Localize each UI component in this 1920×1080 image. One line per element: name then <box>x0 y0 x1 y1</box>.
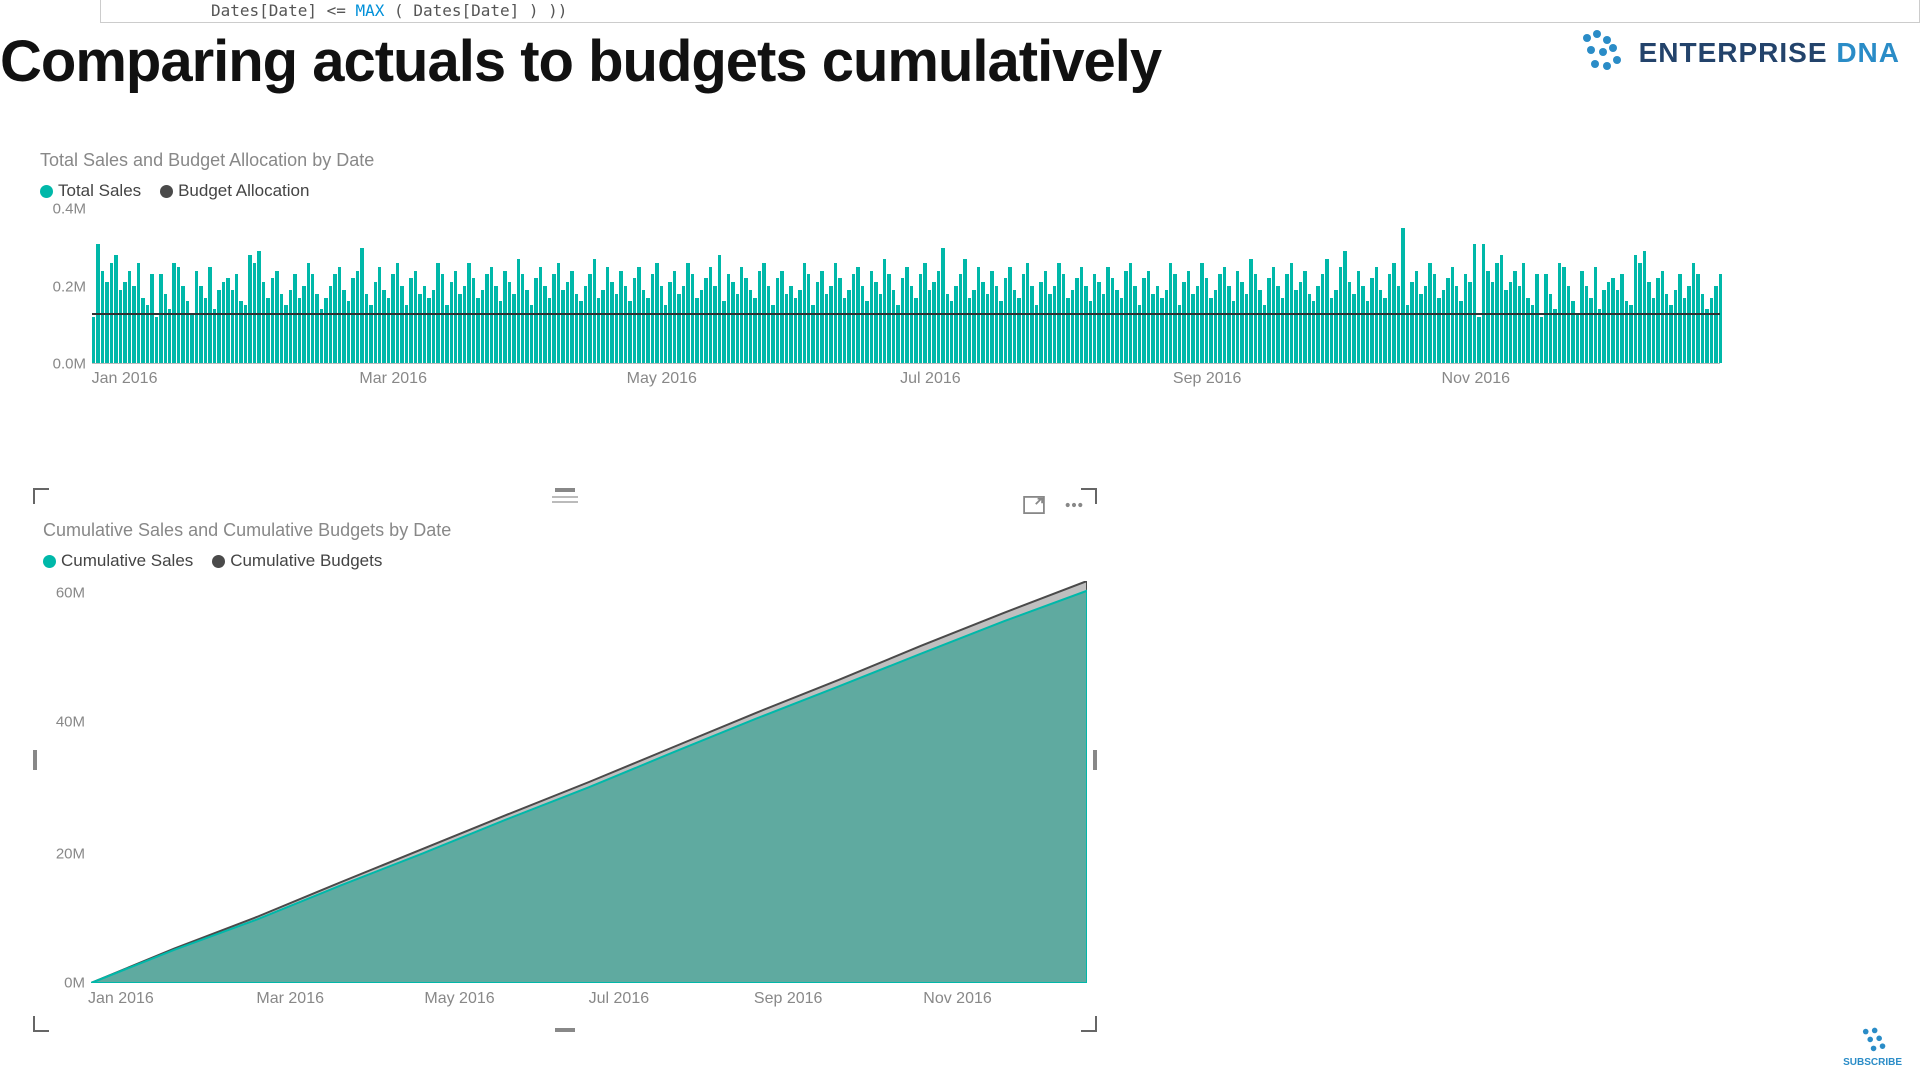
visual-toolbar <box>1023 496 1085 514</box>
subscribe-label: SUBSCRIBE <box>1843 1057 1902 1068</box>
chart1-title: Total Sales and Budget Allocation by Dat… <box>40 150 1720 171</box>
legend-dot-teal <box>40 185 53 198</box>
page-title: Comparing actuals to budgets cumulativel… <box>0 28 1161 95</box>
more-options-icon[interactable] <box>1063 496 1085 514</box>
legend-label-cum-sales: Cumulative Sales <box>61 551 193 570</box>
chart-cumulative-selected[interactable]: Cumulative Sales and Cumulative Budgets … <box>35 490 1095 1030</box>
formula-text-prefix: Dates[Date] <= <box>211 1 356 20</box>
brand-text: ENTERPRISE DNA <box>1639 37 1900 69</box>
brand-word1: ENTERPRISE <box>1639 37 1828 68</box>
chart1-yaxis: 0.4M 0.2M 0.0M <box>40 209 90 364</box>
xtick: Jul 2016 <box>589 990 650 1008</box>
xtick: Mar 2016 <box>359 370 427 388</box>
legend-label-total-sales: Total Sales <box>58 181 141 200</box>
ytick: 20M <box>56 846 85 863</box>
chart1-legend: Total Sales Budget Allocation <box>40 181 1720 201</box>
resize-handle-left[interactable] <box>33 750 37 770</box>
chart1-bars <box>92 209 1720 364</box>
xtick: Mar 2016 <box>256 990 324 1008</box>
xtick: Sep 2016 <box>754 990 823 1008</box>
xtick: Nov 2016 <box>923 990 992 1008</box>
chart1-xaxis: Jan 2016 Mar 2016 May 2016 Jul 2016 Sep … <box>92 367 1720 389</box>
xtick: Jan 2016 <box>88 990 154 1008</box>
resize-handle-bottom[interactable] <box>555 1028 575 1032</box>
chart2-legend: Cumulative Sales Cumulative Budgets <box>43 551 1087 571</box>
chart1-plot: 0.4M 0.2M 0.0M Jan 2016 Mar 2016 May 201… <box>40 209 1720 389</box>
brand-word2: DNA <box>1836 37 1900 68</box>
xtick: Nov 2016 <box>1442 370 1511 388</box>
subscribe-badge[interactable]: SUBSCRIBE <box>1843 1026 1902 1068</box>
formula-keyword: MAX <box>356 1 385 20</box>
chart2-plot: 60M 40M 20M 0M Jan 2016 Mar 2016 May 201… <box>43 581 1087 1011</box>
legend-dot-teal <box>43 555 56 568</box>
resize-handle-top[interactable] <box>555 488 575 492</box>
resize-handle-right[interactable] <box>1093 750 1097 770</box>
formula-text-suffix: ( Dates[Date] ) )) <box>394 1 567 20</box>
focus-mode-icon[interactable] <box>1023 496 1045 514</box>
chart2-yaxis: 60M 40M 20M 0M <box>43 581 89 983</box>
ytick: 0.2M <box>53 278 86 295</box>
xtick: Sep 2016 <box>1173 370 1242 388</box>
drag-handle-icon[interactable] <box>552 494 578 504</box>
xtick: Jul 2016 <box>900 370 961 388</box>
chart-total-sales-budget[interactable]: Total Sales and Budget Allocation by Dat… <box>40 150 1720 389</box>
legend-label-budget: Budget Allocation <box>178 181 309 200</box>
legend-dot-dark <box>212 555 225 568</box>
ytick: 0M <box>64 975 85 992</box>
dna-icon <box>1856 1026 1890 1054</box>
brand-logo: ENTERPRISE DNA <box>1577 28 1900 78</box>
legend-label-cum-budgets: Cumulative Budgets <box>230 551 382 570</box>
resize-handle-tl[interactable] <box>33 488 49 504</box>
xtick: May 2016 <box>424 990 494 1008</box>
dna-icon <box>1577 28 1627 78</box>
budget-allocation-line <box>92 313 1720 315</box>
chart2-title: Cumulative Sales and Cumulative Budgets … <box>43 520 1087 541</box>
ytick: 60M <box>56 585 85 602</box>
legend-dot-dark <box>160 185 173 198</box>
ytick: 0.4M <box>53 201 86 218</box>
formula-bar[interactable]: Dates[Date] <= MAX ( Dates[Date] ) )) <box>100 0 1920 23</box>
xtick: May 2016 <box>627 370 697 388</box>
chart2-xaxis: Jan 2016 Mar 2016 May 2016 Jul 2016 Sep … <box>91 987 1087 1011</box>
chart2-area <box>91 581 1087 983</box>
ytick: 0.0M <box>53 356 86 373</box>
xtick: Jan 2016 <box>92 370 158 388</box>
ytick: 40M <box>56 713 85 730</box>
